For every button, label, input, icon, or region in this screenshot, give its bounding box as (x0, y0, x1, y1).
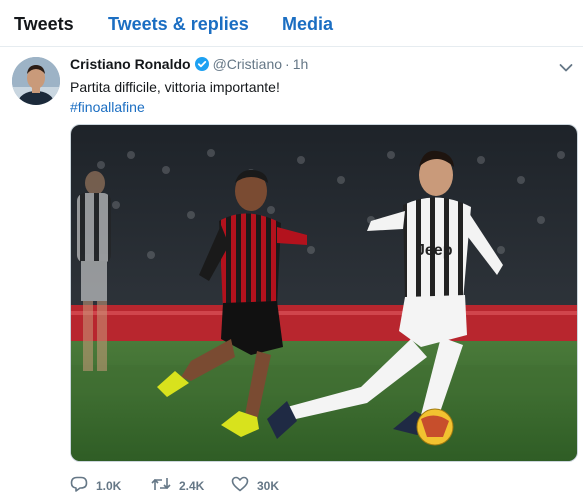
avatar[interactable] (12, 57, 60, 105)
tweet-media-photo[interactable]: Jeep (70, 124, 578, 462)
heart-icon (231, 476, 257, 495)
media-jersey-text: Jeep (416, 242, 453, 259)
like-count: 30K (257, 478, 280, 493)
tab-tweets[interactable]: Tweets (14, 14, 74, 35)
chevron-down-icon[interactable] (559, 60, 573, 72)
tweet-header: Cristiano Ronaldo @Cristiano · 1h (70, 56, 308, 72)
like-button[interactable]: 30K (231, 476, 279, 495)
reply-button[interactable]: 1.0K (70, 476, 121, 495)
tab-tweets-and-replies[interactable]: Tweets & replies (108, 14, 249, 35)
retweet-count: 2.4K (179, 478, 205, 493)
author-handle[interactable]: @Cristiano (213, 56, 282, 72)
retweet-button[interactable]: 2.4K (151, 476, 204, 495)
tweet-text: Partita difficile, vittoria importante! (70, 79, 280, 95)
reply-icon (70, 476, 96, 495)
profile-tabs: Tweets Tweets & replies Media (0, 0, 583, 47)
hashtag-link[interactable]: #finoallafine (70, 97, 145, 117)
verified-badge-icon (194, 57, 209, 71)
reply-count: 1.0K (96, 478, 122, 493)
separator-dot: · (285, 56, 290, 72)
author-name[interactable]: Cristiano Ronaldo (70, 56, 191, 72)
tweet-timestamp[interactable]: 1h (293, 56, 309, 72)
retweet-icon (151, 476, 179, 495)
tab-media[interactable]: Media (282, 14, 333, 35)
